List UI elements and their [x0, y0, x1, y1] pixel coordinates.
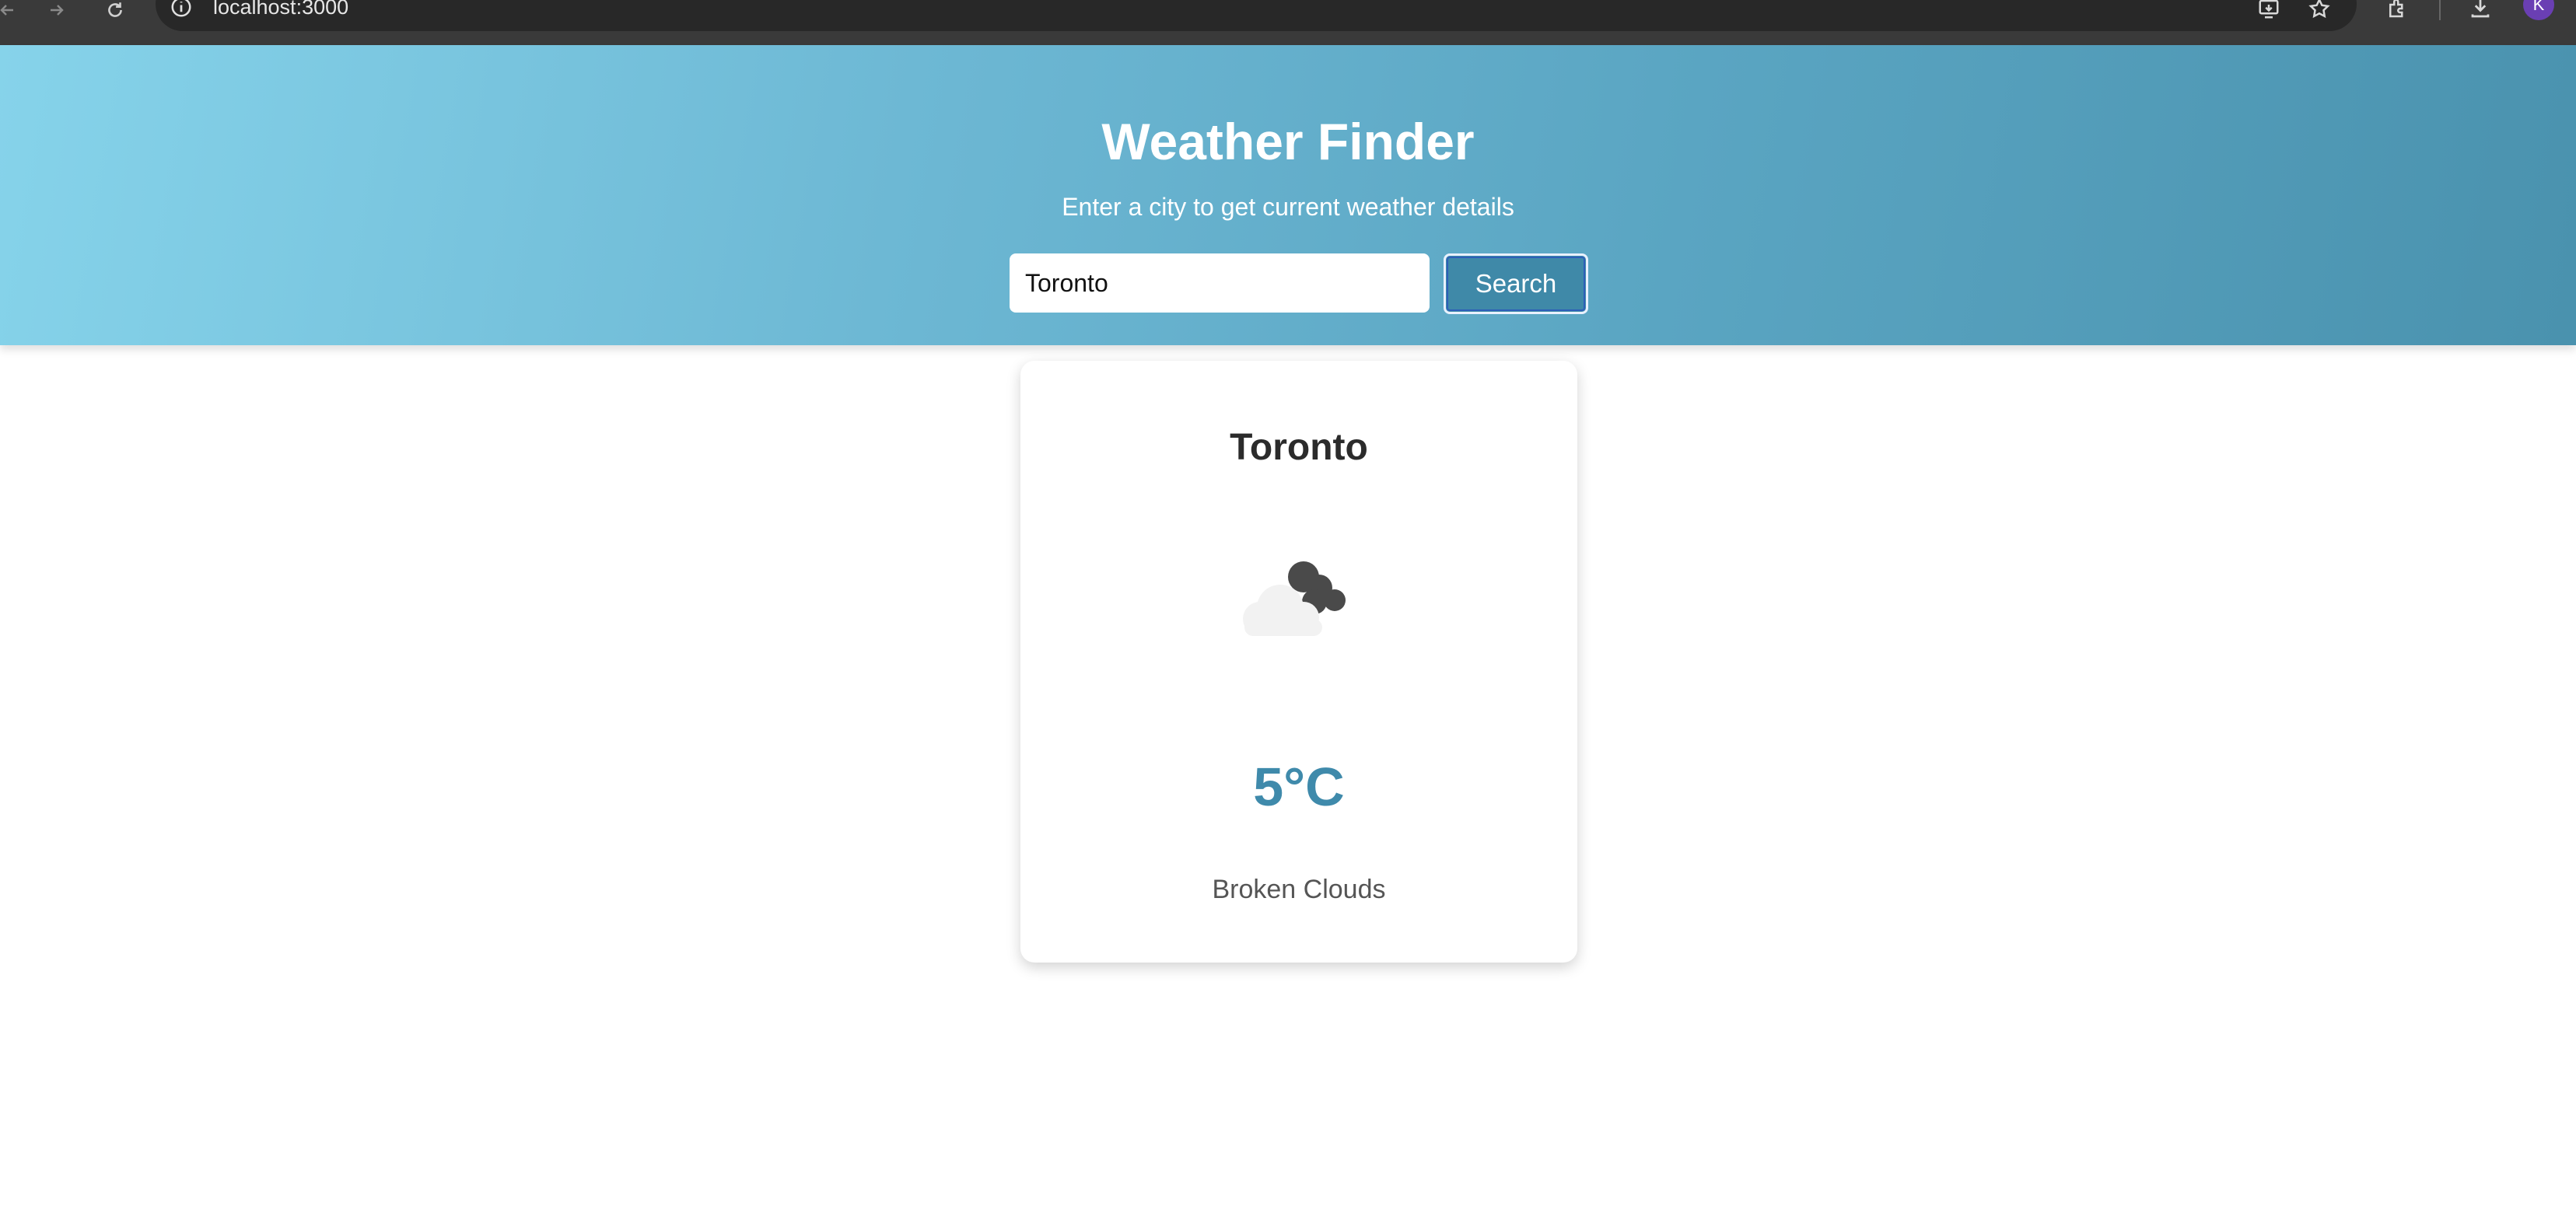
- address-bar[interactable]: [156, 0, 2357, 31]
- reload-icon[interactable]: [103, 0, 128, 20]
- weather-card: Toronto 5°C Broken Clouds: [1020, 361, 1577, 963]
- weather-description: Broken Clouds: [1212, 875, 1386, 904]
- city-search-input[interactable]: [1010, 253, 1430, 313]
- toolbar-separator: [2439, 0, 2441, 20]
- info-icon[interactable]: [170, 0, 193, 19]
- install-app-icon[interactable]: [2256, 0, 2284, 20]
- extensions-icon[interactable]: [2385, 0, 2413, 20]
- app-header: Weather Finder Enter a city to get curre…: [0, 45, 2576, 345]
- search-button[interactable]: Search: [1444, 253, 1588, 314]
- download-icon[interactable]: [2467, 0, 2495, 20]
- page: localhost:3000 K Weather Finder Enter a …: [0, 0, 2576, 1216]
- page-subtitle: Enter a city to get current weather deta…: [1062, 193, 1514, 221]
- profile-avatar[interactable]: K: [2523, 0, 2554, 20]
- city-name: Toronto: [1230, 427, 1368, 468]
- url-text: localhost:3000: [213, 0, 349, 19]
- page-title: Weather Finder: [1101, 113, 1475, 170]
- temperature: 5°C: [1253, 757, 1345, 817]
- back-arrow-icon[interactable]: [0, 0, 19, 20]
- broken-clouds-icon: [1243, 561, 1346, 636]
- forward-arrow-icon[interactable]: [45, 0, 68, 20]
- browser-toolbar: localhost:3000 K: [0, 0, 2576, 45]
- star-icon[interactable]: [2307, 0, 2335, 20]
